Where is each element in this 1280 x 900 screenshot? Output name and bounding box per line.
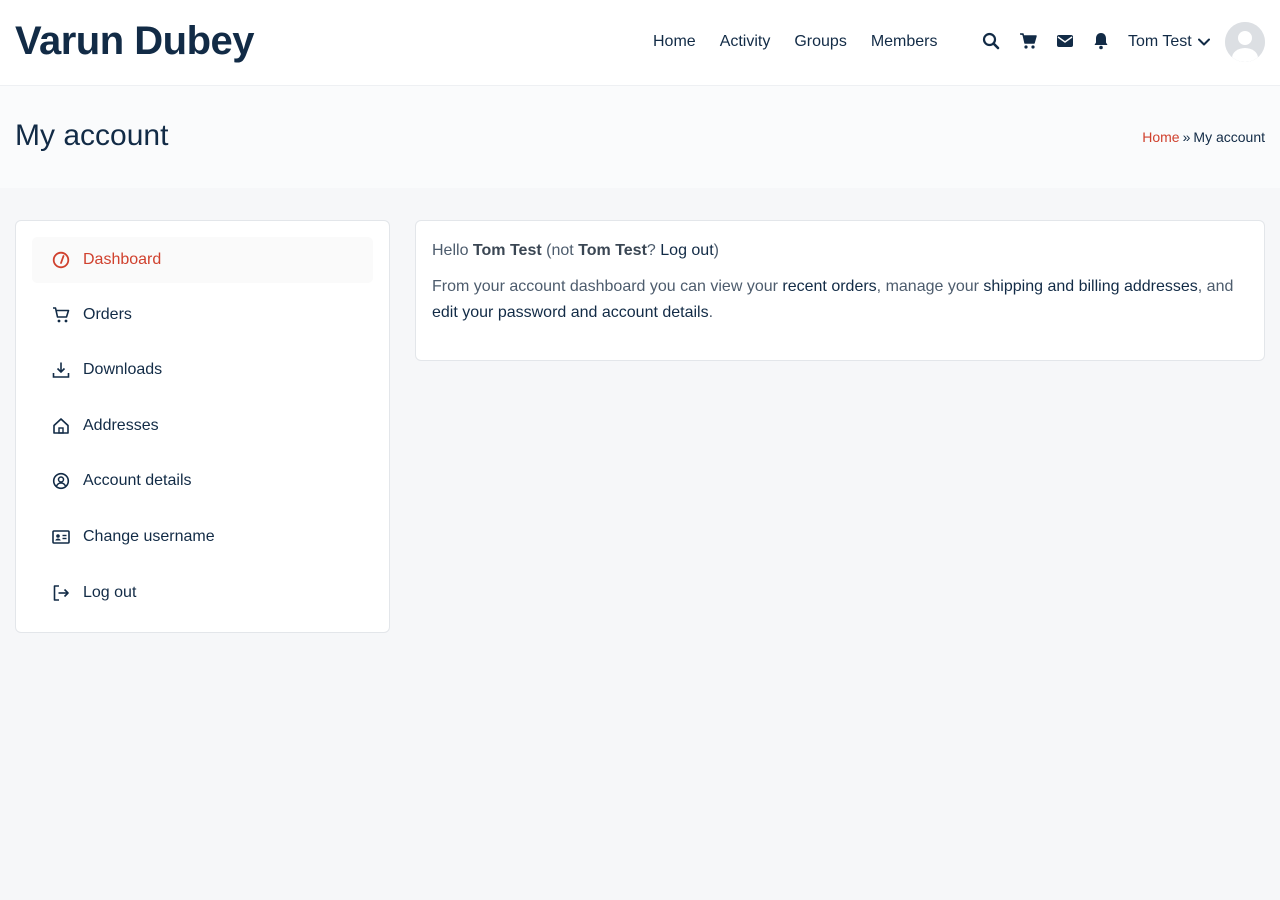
download-icon bbox=[52, 361, 70, 379]
cart-icon[interactable] bbox=[1018, 31, 1038, 51]
description-end: . bbox=[708, 304, 714, 321]
user-name: Tom Test bbox=[1128, 33, 1192, 50]
avatar[interactable] bbox=[1225, 22, 1265, 62]
description-mid: , manage your bbox=[876, 278, 979, 295]
greeting-username: Tom Test bbox=[472, 242, 542, 259]
site-title[interactable]: Varun Dubey bbox=[15, 18, 255, 64]
sidebar-item-label: Account details bbox=[83, 472, 192, 489]
page-header-band bbox=[0, 86, 1280, 188]
search-icon[interactable] bbox=[981, 31, 1001, 51]
sidebar-item-logout[interactable]: Log out bbox=[32, 570, 373, 616]
sidebar-item-dashboard[interactable]: Dashboard bbox=[32, 237, 373, 283]
description-and: , and bbox=[1197, 278, 1234, 295]
main-nav: Home Activity Groups Members bbox=[653, 30, 962, 54]
sidebar-item-label: Dashboard bbox=[83, 251, 162, 268]
account-details-link[interactable]: edit your password and account details bbox=[432, 304, 709, 321]
logout-link[interactable]: Log out bbox=[660, 242, 713, 259]
sidebar-item-addresses[interactable]: Addresses bbox=[32, 403, 373, 449]
home-icon bbox=[52, 417, 70, 435]
dashboard-content: Hello Tom Test (not Tom Test? Log out) F… bbox=[415, 220, 1265, 361]
dashboard-icon bbox=[52, 251, 70, 269]
nav-home[interactable]: Home bbox=[653, 30, 696, 54]
nav-groups[interactable]: Groups bbox=[794, 30, 846, 54]
sidebar-item-account-details[interactable]: Account details bbox=[32, 458, 373, 504]
dashboard-description: From your account dashboard you can view… bbox=[432, 274, 1248, 326]
sidebar-item-downloads[interactable]: Downloads bbox=[32, 347, 373, 393]
bell-icon[interactable] bbox=[1091, 31, 1111, 51]
sidebar-item-orders[interactable]: Orders bbox=[32, 292, 373, 338]
user-circle-icon bbox=[52, 472, 70, 490]
sidebar-item-label: Change username bbox=[83, 528, 215, 545]
addresses-link[interactable]: shipping and billing addresses bbox=[983, 278, 1197, 295]
greeting-not-username: Tom Test bbox=[578, 242, 647, 259]
greeting-close: ) bbox=[713, 242, 719, 259]
sidebar-item-label: Addresses bbox=[83, 417, 159, 434]
logout-icon bbox=[52, 584, 70, 602]
sidebar-item-label: Log out bbox=[83, 584, 137, 601]
user-menu[interactable]: Tom Test bbox=[1128, 30, 1210, 54]
chevron-down-icon bbox=[1197, 30, 1210, 54]
account-navigation: Dashboard Orders Downloads Addresses Acc… bbox=[15, 220, 390, 633]
sidebar-item-change-username[interactable]: Change username bbox=[32, 514, 373, 560]
envelope-icon[interactable] bbox=[1055, 31, 1075, 51]
id-card-icon bbox=[52, 528, 70, 546]
greeting-question: ? bbox=[646, 242, 656, 259]
breadcrumb-home-link[interactable]: Home bbox=[1142, 129, 1179, 145]
breadcrumb: Home» My account bbox=[1142, 127, 1265, 147]
nav-activity[interactable]: Activity bbox=[720, 30, 771, 54]
breadcrumb-separator: » bbox=[1182, 129, 1191, 145]
greeting-hello: Hello bbox=[432, 242, 469, 259]
site-header: Varun Dubey Home Activity Groups Members… bbox=[0, 0, 1280, 86]
greeting: Hello Tom Test (not Tom Test? Log out) bbox=[432, 238, 1248, 264]
breadcrumb-current: My account bbox=[1193, 129, 1265, 145]
recent-orders-link[interactable]: recent orders bbox=[782, 278, 876, 295]
greeting-not: (not bbox=[546, 242, 574, 259]
sidebar-item-label: Downloads bbox=[83, 361, 163, 378]
page-title: My account bbox=[15, 119, 169, 152]
description-intro: From your account dashboard you can view… bbox=[432, 278, 778, 295]
cart-icon bbox=[52, 306, 70, 324]
nav-members[interactable]: Members bbox=[871, 30, 938, 54]
sidebar-item-label: Orders bbox=[83, 306, 132, 323]
